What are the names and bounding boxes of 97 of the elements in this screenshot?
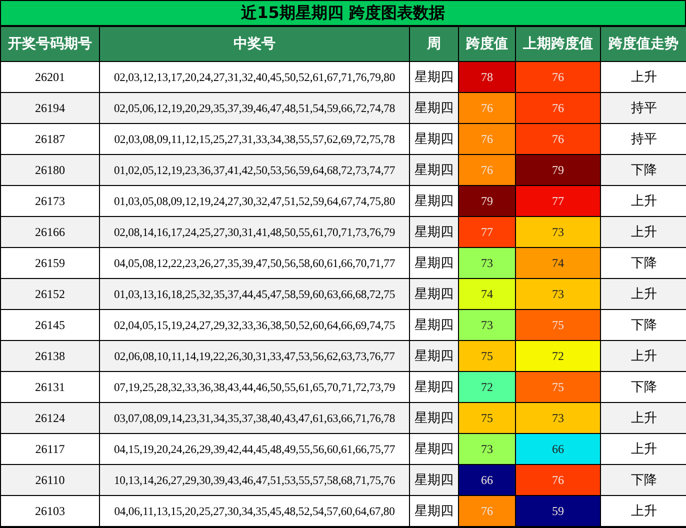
previous-span-cell: 74: [516, 248, 601, 279]
span-cell: 66: [459, 465, 516, 496]
span-cell: 76: [459, 496, 516, 527]
span-cell: 73: [459, 248, 516, 279]
issue-cell: 26145: [1, 310, 100, 341]
weekday-cell: 星期四: [410, 496, 459, 527]
previous-span-cell: 66: [516, 434, 601, 465]
column-header: 中奖号: [100, 27, 410, 62]
trend-cell: 下降: [601, 465, 686, 496]
weekday-cell: 星期四: [410, 279, 459, 310]
issue-cell: 26124: [1, 403, 100, 434]
issue-cell: 26180: [1, 155, 100, 186]
span-cell: 76: [459, 124, 516, 155]
weekday-cell: 星期四: [410, 186, 459, 217]
previous-span-cell: 79: [516, 155, 601, 186]
previous-span-cell: 76: [516, 93, 601, 124]
trend-cell: 上升: [601, 217, 686, 248]
issue-cell: 26152: [1, 279, 100, 310]
numbers-cell: 04,05,08,12,22,23,26,27,35,39,47,50,56,58,60,61,66,70,71,77: [100, 248, 410, 279]
span-cell: 79: [459, 186, 516, 217]
trend-cell: 上升: [601, 434, 686, 465]
weekday-cell: 星期四: [410, 217, 459, 248]
issue-cell: 26103: [1, 496, 100, 527]
weekday-cell: 星期四: [410, 155, 459, 186]
weekday-cell: 星期四: [410, 372, 459, 403]
numbers-cell: 02,08,14,16,17,24,25,27,30,31,41,48,50,55,61,70,71,73,76,79: [100, 217, 410, 248]
numbers-cell: 02,05,06,12,19,20,29,35,37,39,46,47,48,51,54,59,66,72,74,78: [100, 93, 410, 124]
previous-span-cell: 75: [516, 310, 601, 341]
span-cell: 76: [459, 93, 516, 124]
span-cell: 75: [459, 341, 516, 372]
issue-cell: 26117: [1, 434, 100, 465]
trend-cell: 上升: [601, 186, 686, 217]
previous-span-cell: 73: [516, 403, 601, 434]
span-cell: 76: [459, 155, 516, 186]
weekday-cell: 星期四: [410, 341, 459, 372]
previous-span-cell: 73: [516, 279, 601, 310]
numbers-cell: 10,13,14,26,27,29,30,39,43,46,47,51,53,55,57,58,68,71,75,76: [100, 465, 410, 496]
weekday-cell: 星期四: [410, 465, 459, 496]
previous-span-cell: 73: [516, 217, 601, 248]
trend-cell: 上升: [601, 403, 686, 434]
numbers-cell: 02,03,08,09,11,12,15,25,27,31,33,34,38,55,57,62,69,72,75,78: [100, 124, 410, 155]
weekday-cell: 星期四: [410, 310, 459, 341]
issue-cell: 26110: [1, 465, 100, 496]
previous-span-cell: 59: [516, 496, 601, 527]
issue-cell: 26138: [1, 341, 100, 372]
trend-cell: 持平: [601, 93, 686, 124]
span-cell: 74: [459, 279, 516, 310]
numbers-cell: 03,07,08,09,14,23,31,34,35,37,38,40,43,47,61,63,66,71,76,78: [100, 403, 410, 434]
previous-span-cell: 75: [516, 372, 601, 403]
column-header: 开奖号码期号: [1, 27, 100, 62]
numbers-cell: 04,15,19,20,24,26,29,39,42,44,45,48,49,55,56,60,61,66,75,77: [100, 434, 410, 465]
issue-cell: 26159: [1, 248, 100, 279]
span-cell: 73: [459, 434, 516, 465]
previous-span-cell: 72: [516, 341, 601, 372]
trend-cell: 下降: [601, 155, 686, 186]
numbers-cell: 04,06,11,13,15,20,25,27,30,34,35,45,48,52,54,57,60,64,67,80: [100, 496, 410, 527]
previous-span-cell: 77: [516, 186, 601, 217]
weekday-cell: 星期四: [410, 62, 459, 93]
numbers-cell: 02,04,05,15,19,24,27,29,32,33,36,38,50,52,60,64,66,69,74,75: [100, 310, 410, 341]
numbers-cell: 02,03,12,13,17,20,24,27,31,32,40,45,50,52,61,67,71,76,79,80: [100, 62, 410, 93]
trend-cell: 下降: [601, 310, 686, 341]
column-header: 跨度值: [459, 27, 516, 62]
trend-cell: 上升: [601, 62, 686, 93]
issue-cell: 26201: [1, 62, 100, 93]
numbers-cell: 01,03,05,08,09,12,19,24,27,30,32,47,51,52,59,64,67,74,75,80: [100, 186, 410, 217]
weekday-cell: 星期四: [410, 93, 459, 124]
trend-cell: 上升: [601, 496, 686, 527]
span-cell: 78: [459, 62, 516, 93]
previous-span-cell: 76: [516, 62, 601, 93]
numbers-cell: 01,02,05,12,19,23,36,37,41,42,50,53,56,59,64,68,72,73,74,77: [100, 155, 410, 186]
span-cell: 77: [459, 217, 516, 248]
column-header: 周: [410, 27, 459, 62]
numbers-cell: 07,19,25,28,32,33,36,38,43,44,46,50,55,61,65,70,71,72,73,79: [100, 372, 410, 403]
span-cell: 73: [459, 310, 516, 341]
weekday-cell: 星期四: [410, 124, 459, 155]
span-cell: 75: [459, 403, 516, 434]
span-cell: 72: [459, 372, 516, 403]
issue-cell: 26173: [1, 186, 100, 217]
trend-cell: 下降: [601, 372, 686, 403]
weekday-cell: 星期四: [410, 434, 459, 465]
trend-cell: 持平: [601, 124, 686, 155]
issue-cell: 26166: [1, 217, 100, 248]
table-title: 近15期星期四 跨度图表数据: [1, 1, 685, 27]
issue-cell: 26187: [1, 124, 100, 155]
trend-cell: 下降: [601, 248, 686, 279]
issue-cell: 26194: [1, 93, 100, 124]
issue-cell: 26131: [1, 372, 100, 403]
trend-cell: 上升: [601, 279, 686, 310]
numbers-cell: 01,03,13,16,18,25,32,35,37,44,45,47,58,59,60,63,66,68,72,75: [100, 279, 410, 310]
weekday-cell: 星期四: [410, 248, 459, 279]
column-header: 跨度值走势: [601, 27, 686, 62]
weekday-cell: 星期四: [410, 403, 459, 434]
numbers-cell: 02,06,08,10,11,14,19,22,26,30,31,33,47,53,56,62,63,73,76,77: [100, 341, 410, 372]
previous-span-cell: 76: [516, 124, 601, 155]
column-header: 上期跨度值: [516, 27, 601, 62]
trend-cell: 上升: [601, 341, 686, 372]
previous-span-cell: 76: [516, 465, 601, 496]
